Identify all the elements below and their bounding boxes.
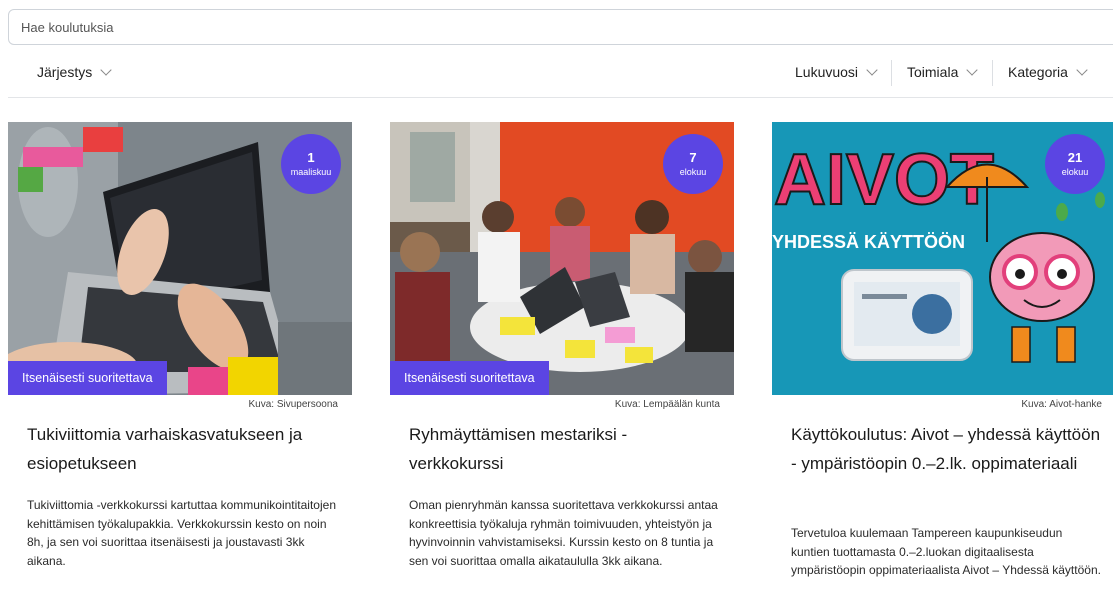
course-card[interactable]: 1 maaliskuu Itsenäisesti suoritettava Ku… bbox=[8, 122, 352, 598]
sort-label: Järjestys bbox=[37, 64, 93, 80]
course-title[interactable]: Tukiviittomia varhaiskasvatukseen ja esi… bbox=[27, 420, 337, 478]
image-credit: Kuva: Lempäälän kunta bbox=[614, 399, 720, 410]
date-badge: 1 maaliskuu bbox=[281, 134, 341, 194]
category-label: Kategoria bbox=[1008, 64, 1068, 80]
course-card[interactable]: AIVOT YHDESSÄ KÄYTTÖÖN 21 elokuu Kuva: A… bbox=[772, 122, 1113, 598]
chevron-down-icon bbox=[866, 63, 878, 76]
course-image[interactable]: AIVOT YHDESSÄ KÄYTTÖÖN 21 elokuu bbox=[772, 122, 1113, 395]
field-label: Toimiala bbox=[907, 64, 959, 80]
image-credit: Kuva: Aivot-hanke bbox=[1021, 399, 1102, 410]
course-type-tag: Itsenäisesti suoritettava bbox=[390, 361, 549, 395]
date-day: 1 bbox=[307, 150, 315, 165]
chevron-down-icon bbox=[966, 63, 979, 76]
date-month: elokuu bbox=[1061, 167, 1089, 177]
course-title[interactable]: Käyttökoulutus: Aivot – yhdessä käyttöön… bbox=[791, 420, 1101, 478]
search-box[interactable] bbox=[8, 9, 1113, 45]
course-title[interactable]: Ryhmäyttämisen mestariksi - verkkokurssi bbox=[409, 420, 719, 478]
field-dropdown[interactable]: Toimiala bbox=[907, 63, 979, 80]
header-divider bbox=[8, 97, 1113, 98]
date-month: elokuu bbox=[679, 167, 707, 177]
image-subtitle-text: YHDESSÄ KÄYTTÖÖN bbox=[772, 232, 965, 252]
date-badge: 21 elokuu bbox=[1045, 134, 1105, 194]
date-badge: 7 elokuu bbox=[663, 134, 723, 194]
image-credit: Kuva: Sivupersoona bbox=[248, 399, 338, 410]
chevron-down-icon bbox=[100, 63, 112, 76]
course-description: Oman pienryhmän kanssa suoritettava verk… bbox=[409, 498, 718, 568]
search-input[interactable] bbox=[9, 10, 1113, 44]
divider bbox=[992, 60, 993, 86]
divider bbox=[891, 60, 892, 86]
sort-dropdown[interactable]: Järjestys bbox=[37, 63, 112, 80]
category-dropdown[interactable]: Kategoria bbox=[1008, 63, 1088, 80]
course-image[interactable]: 1 maaliskuu Itsenäisesti suoritettava bbox=[8, 122, 352, 395]
year-dropdown[interactable]: Lukuvuosi bbox=[795, 63, 878, 80]
course-description: Tukiviittomia -verkkokurssi kartuttaa ko… bbox=[27, 498, 336, 568]
chevron-down-icon bbox=[1076, 63, 1088, 76]
date-day: 21 bbox=[1067, 150, 1083, 165]
course-image[interactable]: 7 elokuu Itsenäisesti suoritettava bbox=[390, 122, 734, 395]
date-day: 7 bbox=[689, 150, 697, 165]
course-description: Tervetuloa kuulemaan Tampereen kaupunkis… bbox=[791, 526, 1101, 577]
year-label: Lukuvuosi bbox=[795, 64, 859, 80]
course-card[interactable]: 7 elokuu Itsenäisesti suoritettava Kuva:… bbox=[390, 122, 734, 598]
course-type-tag: Itsenäisesti suoritettava bbox=[8, 361, 167, 395]
date-month: maaliskuu bbox=[290, 167, 332, 177]
filter-bar: Järjestys Lukuvuosi Toimiala Kategoria bbox=[0, 58, 1113, 90]
